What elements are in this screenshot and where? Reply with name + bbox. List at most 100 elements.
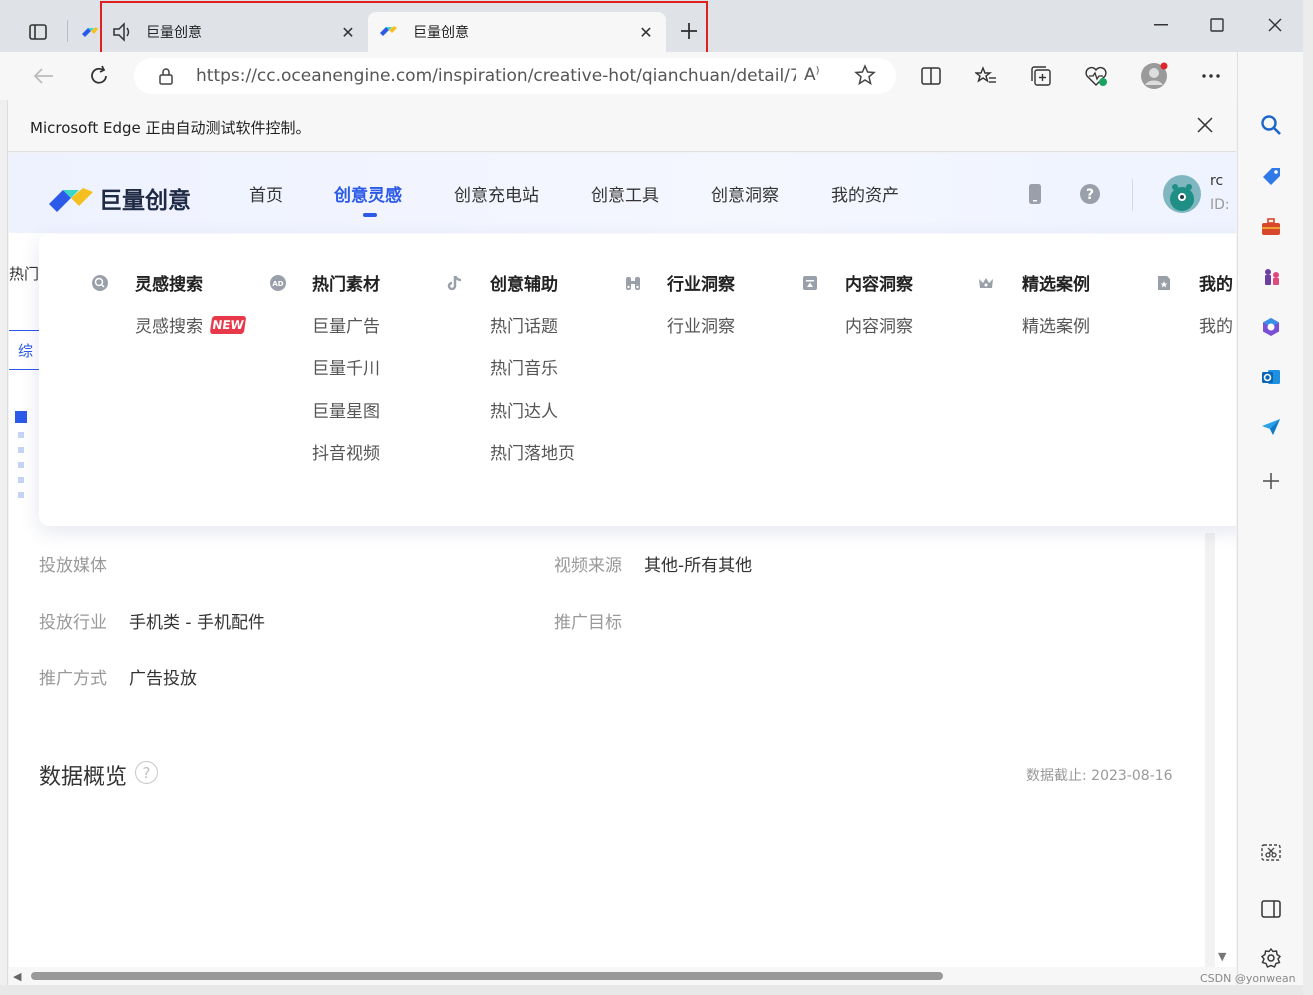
dropdown-link[interactable]: 巨量星图 — [312, 397, 380, 422]
section-title: 数据概览 — [39, 765, 128, 790]
more-menu-icon[interactable] — [1195, 60, 1227, 92]
settings-gear-icon[interactable] — [1258, 945, 1284, 971]
nav-my-assets[interactable]: 我的资产 — [831, 181, 899, 206]
column-title: 灵感搜索 — [135, 275, 203, 295]
crown-icon — [977, 274, 995, 292]
user-avatar[interactable] — [1163, 175, 1201, 213]
bottom-edge — [0, 985, 1313, 995]
scroll-left-icon[interactable]: ◀ — [13, 970, 21, 983]
address-bar[interactable]: https://cc.oceanengine.com/inspiration/c… — [134, 58, 896, 94]
favicon-icon — [82, 24, 98, 38]
tab-active[interactable]: 巨量创意 ✕ — [368, 12, 666, 52]
tab-actions-icon[interactable] — [22, 16, 54, 48]
close-window-icon[interactable] — [1255, 10, 1295, 40]
column-title: 热门素材 — [312, 275, 380, 295]
column-title: 精选案例 — [1022, 275, 1090, 295]
favorite-star-icon[interactable] — [854, 64, 876, 90]
mobile-icon[interactable] — [1024, 183, 1046, 205]
dropdown-link[interactable]: 抖音视频 — [312, 439, 380, 464]
left-edge — [0, 100, 8, 995]
tab-strip: 巨量创意 ✕ 巨量创意 ✕ — [0, 0, 1313, 59]
refresh-icon[interactable] — [83, 60, 115, 92]
help-icon[interactable]: ? — [1079, 183, 1101, 205]
tab-inactive[interactable]: 巨量创意 ✕ — [104, 12, 366, 52]
ad-icon: AD — [269, 274, 287, 292]
tag-icon[interactable] — [1258, 163, 1284, 189]
dropdown-link[interactable]: 我的 — [1199, 312, 1233, 337]
side-marker — [15, 411, 27, 423]
collections-icon[interactable] — [1025, 60, 1057, 92]
nav-inspiration[interactable]: 创意灵感 — [334, 181, 402, 206]
microsoft365-icon[interactable] — [1258, 314, 1284, 340]
add-icon[interactable] — [1258, 468, 1284, 494]
question-icon[interactable]: ? — [135, 761, 158, 784]
dropdown-link[interactable]: 巨量千川 — [312, 354, 380, 379]
dropdown-link[interactable]: 热门落地页 — [490, 439, 575, 464]
meta-value-source: 其他-所有其他 — [644, 556, 753, 576]
column-title: 内容洞察 — [845, 275, 913, 295]
scrollbar-thumb[interactable] — [31, 972, 943, 980]
meta-label-method: 推广方式 — [39, 669, 107, 689]
toolbox-icon[interactable] — [1258, 214, 1284, 240]
dropdown-link[interactable]: 内容洞察 — [845, 312, 913, 337]
screenshot-icon[interactable] — [1258, 840, 1284, 866]
horizontal-scrollbar[interactable]: ◀ — [9, 967, 1236, 985]
search-icon[interactable] — [1258, 112, 1284, 138]
audio-icon[interactable] — [112, 22, 134, 46]
data-date: 数据截止: 2023-08-16 — [1026, 768, 1173, 784]
watermark: CSDN @yonwean — [1200, 972, 1296, 985]
side-dot — [18, 447, 24, 453]
sidebar-toggle-icon[interactable] — [1258, 896, 1284, 922]
column-title: 我的 — [1199, 275, 1233, 295]
site-logo[interactable]: 巨量创意 — [49, 181, 191, 215]
new-tab-button[interactable] — [674, 16, 704, 46]
back-arrow-icon[interactable] — [28, 60, 60, 92]
dropdown-link[interactable]: 热门达人 — [490, 397, 558, 422]
tab-close-icon[interactable]: ✕ — [636, 22, 656, 42]
nav-active-indicator — [363, 213, 377, 217]
hot-label: 热门 — [9, 265, 40, 283]
dropdown-link[interactable]: 精选案例 — [1022, 312, 1090, 337]
minimize-icon[interactable] — [1141, 10, 1181, 40]
scroll-down-icon[interactable]: ▼ — [1218, 950, 1226, 963]
send-icon[interactable] — [1258, 414, 1284, 440]
inner-scrollbar-track[interactable] — [1205, 533, 1215, 970]
dropdown-link[interactable]: 行业洞察 — [667, 312, 735, 337]
dropdown-link[interactable]: 灵感搜索 — [135, 312, 203, 337]
file-icon — [1155, 274, 1173, 292]
svg-text:?: ? — [1086, 187, 1094, 203]
user-id: ID: — [1210, 197, 1230, 213]
lock-icon[interactable] — [158, 67, 174, 89]
tab-title: 巨量创意 — [413, 25, 469, 41]
dropdown-link[interactable]: 巨量广告 — [312, 312, 380, 337]
meta-label-source: 视频来源 — [554, 556, 622, 576]
maximize-icon[interactable] — [1197, 10, 1237, 40]
search-icon — [91, 274, 109, 292]
nav-home[interactable]: 首页 — [249, 181, 283, 206]
split-screen-icon[interactable] — [915, 60, 947, 92]
tab-title: 巨量创意 — [146, 25, 202, 41]
column-title: 创意辅助 — [490, 275, 558, 295]
filter-tab-button[interactable]: 综 — [9, 330, 43, 370]
header-divider — [1132, 179, 1133, 211]
url-text[interactable]: https://cc.oceanengine.com/inspiration/c… — [196, 66, 796, 86]
profile-avatar-icon[interactable] — [1138, 60, 1170, 92]
favorites-icon[interactable] — [970, 60, 1002, 92]
nav-insights[interactable]: 创意洞察 — [711, 181, 779, 206]
meta-label-industry: 投放行业 — [39, 613, 107, 633]
games-icon[interactable] — [1258, 264, 1284, 290]
tab-close-icon[interactable]: ✕ — [338, 22, 358, 42]
logo-icon — [49, 188, 93, 212]
dropdown-link[interactable]: 热门话题 — [490, 312, 558, 337]
outlook-icon[interactable] — [1258, 364, 1284, 390]
new-badge: NEW — [209, 316, 247, 334]
read-aloud-icon[interactable]: A) — [804, 65, 820, 85]
browser-toolbar: https://cc.oceanengine.com/inspiration/c… — [0, 52, 1313, 100]
browser-essentials-icon[interactable] — [1080, 60, 1112, 92]
infobar-close-icon[interactable] — [1194, 114, 1216, 136]
nav-charging-station[interactable]: 创意充电站 — [454, 181, 539, 206]
nav-tools[interactable]: 创意工具 — [591, 181, 659, 206]
content-icon — [801, 274, 819, 292]
dropdown-link[interactable]: 热门音乐 — [490, 354, 558, 379]
tab-separator — [67, 20, 68, 42]
